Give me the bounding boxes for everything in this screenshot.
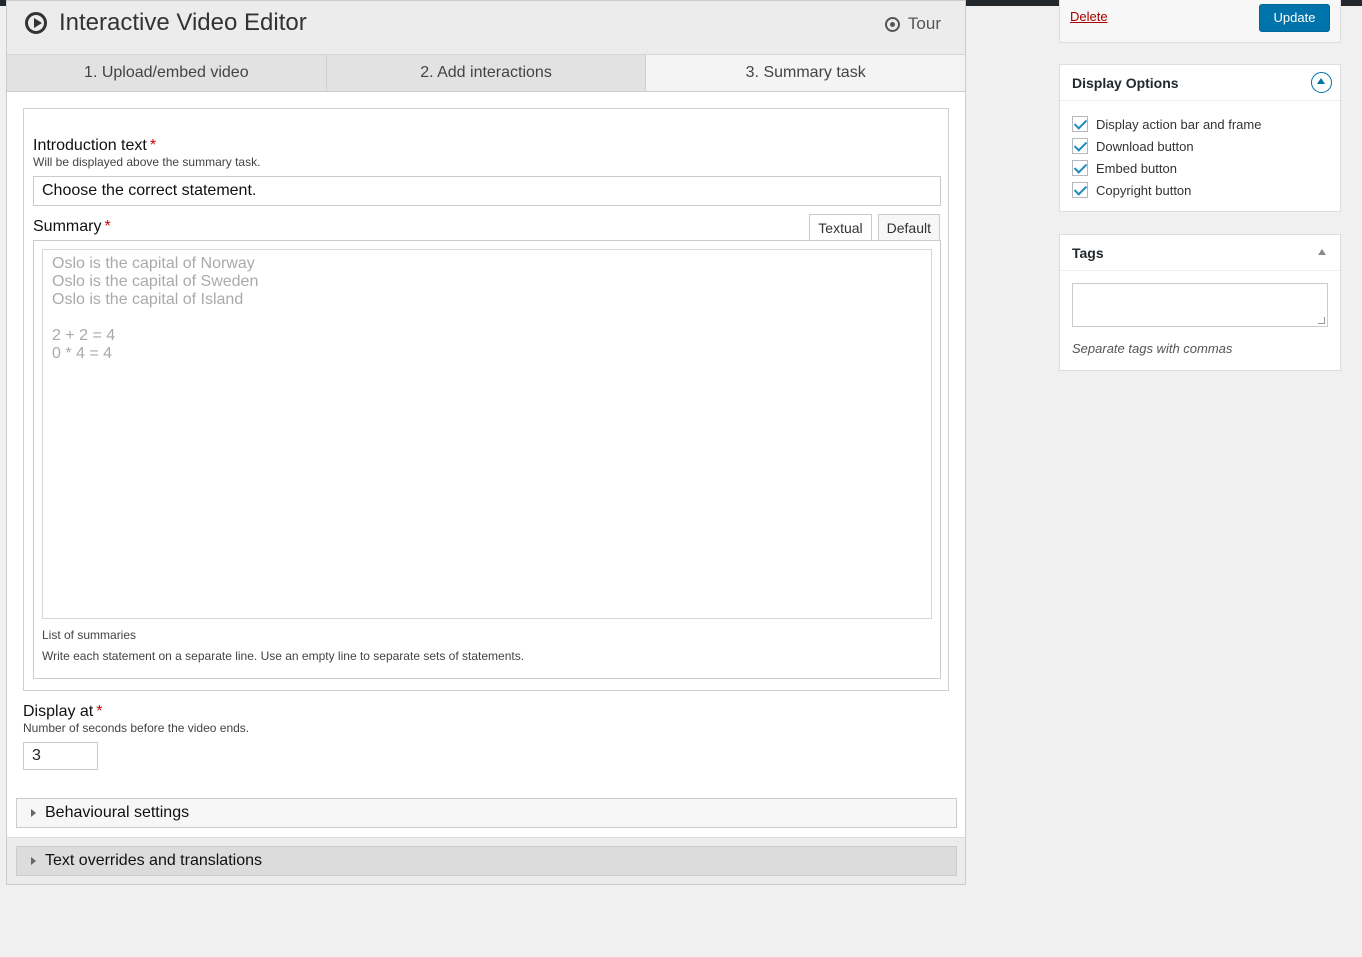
behavioural-settings-accordion[interactable]: Behavioural settings — [16, 798, 957, 828]
checkbox-checked-icon[interactable] — [1072, 138, 1088, 154]
compass-icon — [884, 16, 900, 32]
update-button[interactable]: Update — [1259, 4, 1330, 32]
interactive-video-editor: Interactive Video Editor Tour 1. Upload/… — [6, 0, 966, 885]
display-at-label: Display at * — [23, 703, 102, 721]
tab-textual[interactable]: Textual — [809, 214, 872, 241]
option-label: Display action bar and frame — [1096, 116, 1262, 132]
tab-default[interactable]: Default — [877, 214, 940, 241]
editor-header: Interactive Video Editor Tour — [7, 1, 965, 55]
intro-text-input[interactable]: Choose the correct statement. — [33, 176, 941, 206]
required-marker: * — [104, 218, 111, 235]
tags-textarea[interactable] — [1072, 283, 1328, 327]
tab-upload-embed-video[interactable]: 1. Upload/embed video — [7, 55, 327, 91]
text-overrides-label: Text overrides and translations — [45, 852, 262, 869]
tags-help-text: Separate tags with commas — [1072, 341, 1233, 356]
tags-title: Tags — [1072, 245, 1104, 261]
display-at-description: Number of seconds before the video ends. — [23, 721, 250, 735]
tour-button[interactable]: Tour — [884, 14, 941, 34]
tour-label: Tour — [907, 14, 941, 33]
option-label: Copyright button — [1096, 182, 1192, 198]
tags-header[interactable]: Tags — [1060, 235, 1340, 271]
collapse-arrow-icon[interactable] — [1318, 249, 1326, 255]
option-label: Embed button — [1096, 160, 1177, 176]
required-marker: * — [149, 137, 157, 154]
tab-summary-task[interactable]: 3. Summary task — [646, 55, 966, 91]
caret-right-icon — [31, 809, 36, 817]
play-circle-icon — [25, 12, 47, 34]
display-options-header[interactable]: Display Options — [1060, 65, 1340, 101]
editor-title: Interactive Video Editor — [25, 9, 307, 37]
display-at-input[interactable]: 3 — [23, 742, 98, 770]
option-display-action-bar[interactable]: Display action bar and frame — [1072, 116, 1261, 132]
behavioural-settings-label: Behavioural settings — [45, 804, 190, 821]
tags-box: Tags Separate tags with commas — [1059, 234, 1341, 371]
required-marker: * — [96, 703, 103, 720]
summary-frame: Oslo is the capital of Norway Oslo is th… — [33, 240, 941, 679]
display-at-label-text: Display at — [23, 703, 94, 720]
summary-help-text: Write each statement on a separate line.… — [42, 649, 525, 663]
editor-tabs: 1. Upload/embed video 2. Add interaction… — [7, 55, 966, 92]
display-options-box: Display Options Display action bar and f… — [1059, 64, 1341, 212]
publish-box: Delete Update — [1059, 0, 1341, 43]
intro-text-description: Will be displayed above the summary task… — [33, 155, 261, 169]
option-copyright-button[interactable]: Copyright button — [1072, 182, 1191, 198]
summary-label-text: Summary — [33, 218, 102, 235]
text-overrides-accordion[interactable]: Text overrides and translations — [16, 846, 957, 876]
summary-list-note: List of summaries — [42, 628, 137, 642]
collapse-toggle-icon[interactable] — [1311, 72, 1332, 93]
intro-text-label-text: Introduction text — [33, 137, 147, 154]
summary-label: Summary * — [33, 218, 111, 236]
checkbox-checked-icon[interactable] — [1072, 116, 1088, 132]
display-options-title: Display Options — [1072, 75, 1179, 91]
summary-mode-tabs: Textual Default — [803, 214, 940, 241]
summary-task-group: Introduction text * Will be displayed abo… — [23, 108, 949, 691]
option-download-button[interactable]: Download button — [1072, 138, 1194, 154]
checkbox-checked-icon[interactable] — [1072, 182, 1088, 198]
option-embed-button[interactable]: Embed button — [1072, 160, 1177, 176]
checkbox-checked-icon[interactable] — [1072, 160, 1088, 176]
option-label: Download button — [1096, 138, 1194, 154]
delete-link[interactable]: Delete — [1070, 9, 1108, 24]
caret-right-icon — [31, 857, 36, 865]
editor-title-text: Interactive Video Editor — [59, 9, 307, 36]
summary-textarea[interactable]: Oslo is the capital of Norway Oslo is th… — [42, 249, 932, 619]
intro-text-label: Introduction text * — [33, 137, 156, 155]
tab-add-interactions[interactable]: 2. Add interactions — [326, 55, 647, 91]
